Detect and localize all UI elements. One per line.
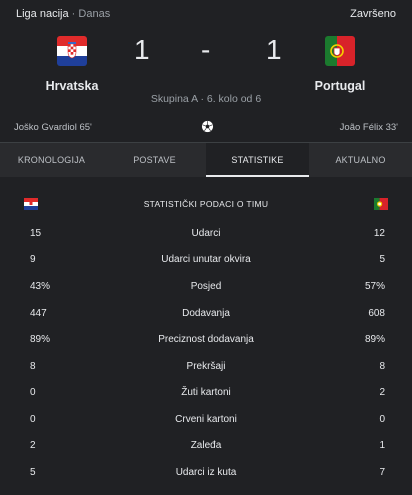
away-scorer: João Félix 33' [339,122,398,133]
home-stat-value: 0 [30,386,36,398]
tab-kronologija[interactable]: KRONOLOGIJA [0,143,103,177]
away-stat-value: 8 [379,360,385,372]
croatia-flag-icon [57,36,87,66]
home-stat-value: 15 [30,227,42,239]
stat-label: Udarci unutar okvira [161,253,251,265]
stat-label: Crveni kartoni [175,413,237,425]
stat-row-prekrsaji: 8 Prekršaji 8 [0,358,412,374]
stat-label: Prekršaji [186,360,226,372]
home-stat-value: 8 [30,360,36,372]
league-info: Liga nacija · Danas [16,8,110,20]
header-separator: · [71,8,76,20]
stat-row-zaleda: 2 Zaleđa 1 [0,437,412,453]
away-score: 1 [266,34,282,65]
stat-row-zuti-kartoni: 0 Žuti kartoni 2 [0,384,412,400]
away-stat-value: 0 [379,413,385,425]
home-team-name: Hrvatska [45,79,99,93]
stat-label: Zaleđa [190,439,222,451]
away-stat-value: 57% [364,280,385,292]
away-stat-value: 12 [373,227,385,239]
stats-header: STATISTIČKI PODACI O TIMU [0,196,412,212]
stat-label: Udarci iz kuta [175,466,237,478]
home-score: 1 [134,34,150,65]
stat-row-posjed: 43% Posjed 57% [0,278,412,294]
away-team-name: Portugal [314,79,366,93]
away-stat-value: 2 [379,386,385,398]
stat-row-udarci-iz-kuta: 5 Udarci iz kuta 7 [0,464,412,480]
stat-label: Udarci [191,227,221,239]
home-stat-value: 5 [30,466,36,478]
stat-label: Posjed [190,280,222,292]
soccer-ball-icon [201,120,214,133]
stat-row-udarci: 15 Udarci 12 [0,225,412,241]
tab-statistike[interactable]: STATISTIKE [206,143,309,177]
match-date: Danas [78,8,111,20]
home-stat-value: 9 [30,253,36,265]
score-dash: - [201,34,211,65]
home-stat-value: 447 [30,307,47,319]
stat-row-preciznost-dodavanja: 89% Preciznost dodavanja 89% [0,331,412,347]
portugal-flag-icon [374,198,388,210]
home-stat-value: 43% [30,280,51,292]
away-stat-value: 608 [368,307,385,319]
group-round-info: Skupina A · 6. kolo od 6 [150,93,262,105]
home-stat-value: 89% [30,333,51,345]
stat-row-udarci-unutar-okvira: 9 Udarci unutar okvira 5 [0,251,412,267]
croatia-flag-icon [24,198,38,210]
away-stat-value: 1 [379,439,385,451]
home-team[interactable]: Hrvatska [22,36,122,93]
home-scorer: Joško Gvardiol 65' [14,122,92,133]
tab-aktualno[interactable]: AKTUALNO [309,143,412,177]
stat-label: Žuti kartoni [181,386,231,398]
stat-label: Dodavanja [182,307,230,319]
away-stat-value: 5 [379,253,385,265]
match-status: Završeno [350,8,396,20]
portugal-flag-icon [325,36,355,66]
away-stat-value: 7 [379,466,385,478]
match-tabs: KRONOLOGIJA POSTAVE STATISTIKE AKTUALNO [0,142,412,177]
away-team[interactable]: Portugal [290,36,390,93]
stats-title: STATISTIČKI PODACI O TIMU [143,199,269,209]
tab-postave[interactable]: POSTAVE [103,143,206,177]
home-stat-value: 0 [30,413,36,425]
away-stat-value: 89% [364,333,385,345]
league-name[interactable]: Liga nacija [16,8,69,20]
home-stat-value: 2 [30,439,36,451]
stat-row-crveni-kartoni: 0 Crveni kartoni 0 [0,411,412,427]
match-header: Liga nacija · Danas Završeno [0,0,412,28]
stat-label: Preciznost dodavanja [158,333,254,345]
stat-row-dodavanja: 447 Dodavanja 608 [0,305,412,321]
